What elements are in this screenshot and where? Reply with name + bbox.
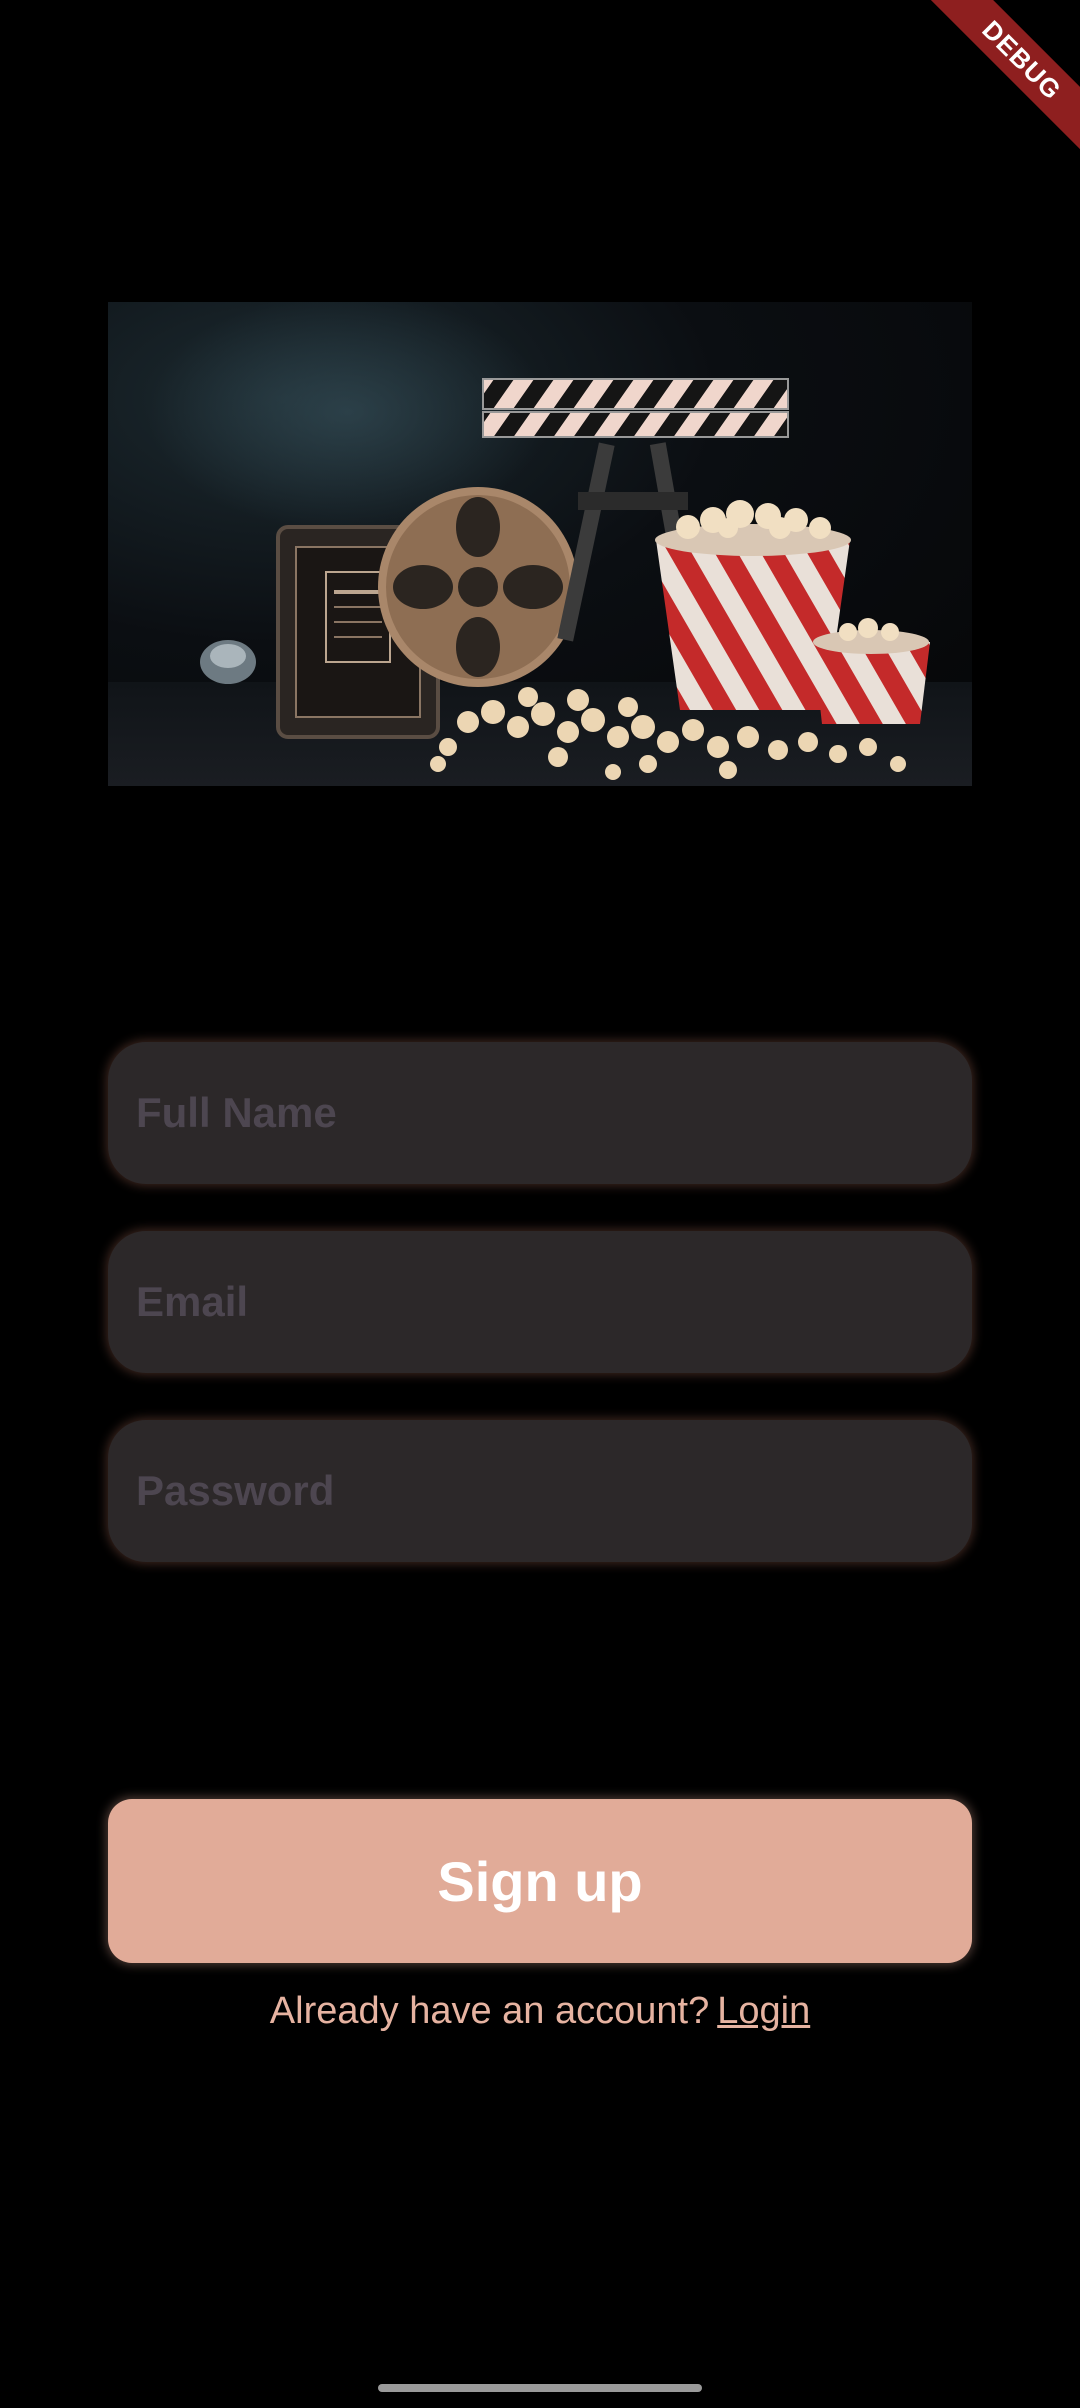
home-indicator[interactable] [378,2384,702,2392]
full-name-input[interactable] [134,1088,946,1138]
lamp-graphic [200,640,256,684]
hero-illustration [108,302,972,786]
email-field[interactable] [108,1231,972,1373]
password-input[interactable] [134,1466,946,1516]
password-field[interactable] [108,1420,972,1562]
email-input[interactable] [134,1277,946,1327]
full-name-field[interactable] [108,1042,972,1184]
film-reel-graphic [378,487,578,687]
login-link[interactable]: Login [717,1990,810,2032]
signup-button[interactable]: Sign up [108,1799,972,1963]
status-time: 5 [991,18,1006,48]
hero-image [108,302,972,786]
popcorn-cup-graphic [813,618,930,724]
login-prompt: Already have an account? Login [0,1990,1080,2033]
login-prompt-text: Already have an account? [269,1990,710,2032]
